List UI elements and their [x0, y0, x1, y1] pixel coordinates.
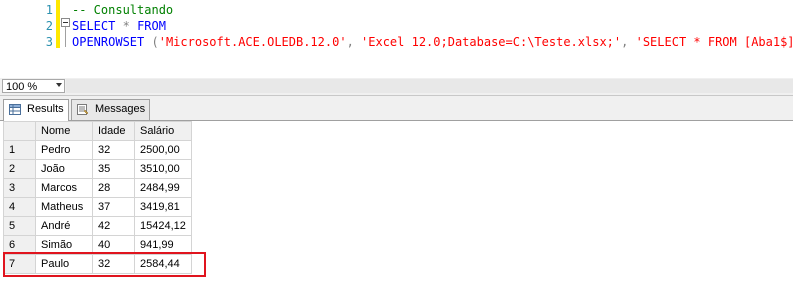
table-row[interactable]: 1 Pedro 32 2500,00 [3, 140, 192, 160]
change-marker [56, 0, 60, 48]
messages-icon [77, 104, 89, 115]
code-text: OPENROWSET ('Microsoft.ACE.OLEDB.12.0', … [72, 34, 793, 50]
cell-salario[interactable]: 3510,00 [134, 159, 192, 179]
table-row[interactable]: 5 André 42 15424,12 [3, 216, 192, 236]
table-row[interactable]: 2 João 35 3510,00 [3, 159, 192, 179]
row-number[interactable]: 4 [3, 197, 36, 217]
cell-salario[interactable]: 15424,12 [134, 216, 192, 236]
row-number[interactable]: 3 [3, 178, 36, 198]
results-tabstrip: Results Messages [0, 96, 793, 121]
code-token: , [346, 35, 354, 49]
code-text: -- Consultando [72, 2, 173, 18]
zoom-select[interactable]: 100 % [2, 79, 65, 93]
code-text: SELECT * FROM [72, 18, 166, 34]
row-number[interactable]: 2 [3, 159, 36, 179]
tab-results[interactable]: Results [3, 99, 69, 121]
chevron-down-icon[interactable] [56, 83, 62, 87]
tab-results-label: Results [27, 103, 64, 115]
cell-nome[interactable]: Marcos [35, 178, 93, 198]
row-number[interactable]: 5 [3, 216, 36, 236]
cell-nome[interactable]: André [35, 216, 93, 236]
cell-nome[interactable]: Pedro [35, 140, 93, 160]
code-token: 'Microsoft.ACE.OLEDB.12.0' [158, 35, 347, 49]
grid-icon [9, 104, 21, 115]
table-row[interactable]: 4 Matheus 37 3419,81 [3, 197, 192, 217]
tab-messages[interactable]: Messages [71, 99, 150, 120]
code-token: * [122, 19, 130, 33]
horizontal-scrollbar[interactable] [66, 79, 793, 93]
collapse-icon[interactable] [61, 18, 70, 27]
cell-idade[interactable]: 37 [92, 197, 135, 217]
cell-salario[interactable]: 2500,00 [134, 140, 192, 160]
column-header-salario[interactable]: Salário [134, 121, 192, 141]
tab-messages-label: Messages [95, 103, 146, 115]
row-number[interactable]: 1 [3, 140, 36, 160]
grid-header-corner[interactable] [3, 121, 36, 141]
highlight-box [3, 252, 206, 277]
cell-idade[interactable]: 42 [92, 216, 135, 236]
column-header-idade[interactable]: Idade [92, 121, 135, 141]
cell-nome[interactable]: Matheus [35, 197, 93, 217]
zoom-value: 100 % [6, 81, 38, 93]
cell-salario[interactable]: 3419,81 [134, 197, 192, 217]
code-token: 'Excel 12.0;Database=C:\Teste.xlsx;' [361, 35, 622, 49]
code-token: SELECT [72, 19, 116, 33]
cell-idade[interactable]: 35 [92, 159, 135, 179]
cell-idade[interactable]: 28 [92, 178, 135, 198]
line-number: 2 [45, 19, 53, 33]
line-number: 1 [45, 3, 53, 17]
code-token: ( [151, 35, 159, 49]
cell-idade[interactable]: 32 [92, 140, 135, 160]
code-token: OPENROWSET [72, 35, 145, 49]
code-token: -- Consultando [72, 3, 174, 17]
column-header-nome[interactable]: Nome [35, 121, 93, 141]
editor-status-bar: 100 % [0, 78, 793, 96]
table-row[interactable]: 3 Marcos 28 2484,99 [3, 178, 192, 198]
cell-nome[interactable]: João [35, 159, 93, 179]
code-token: 'SELECT * FROM [Aba1$]' [635, 35, 793, 49]
code-token: FROM [137, 19, 166, 33]
line-number: 3 [45, 35, 53, 49]
grid-header-row: Nome Idade Salário [3, 121, 192, 141]
cell-salario[interactable]: 2484,99 [134, 178, 192, 198]
sql-editor[interactable]: 1 -- Consultando 2 SELECT * FROM 3 OPENROWSET… [0, 0, 793, 78]
